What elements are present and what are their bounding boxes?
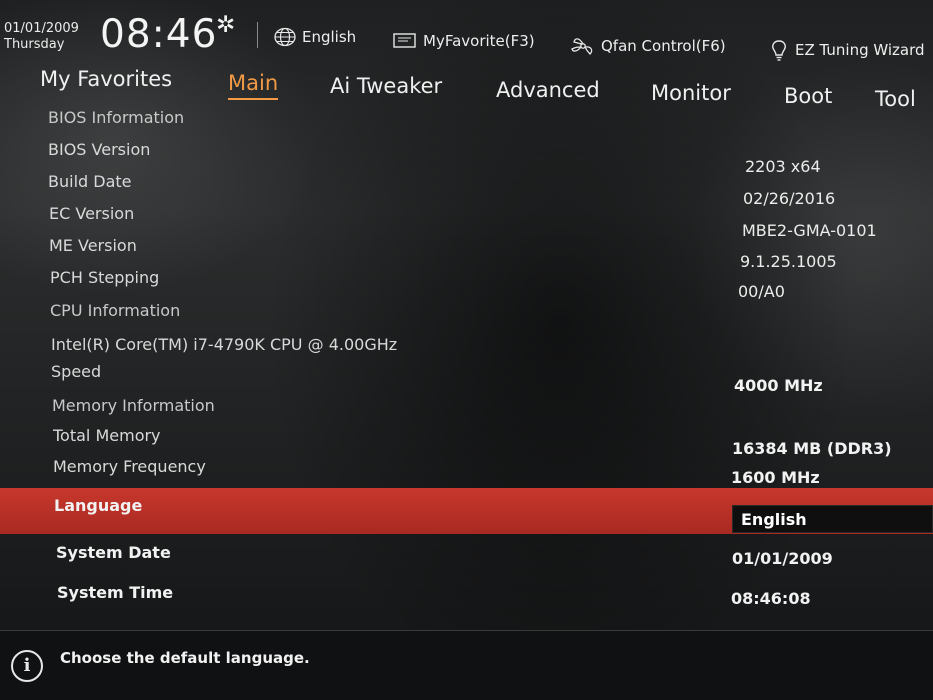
total-memory-value: 16384 MB (DDR3) <box>732 439 892 458</box>
tab-main[interactable]: Main <box>228 71 279 100</box>
fan-icon <box>571 38 593 55</box>
language-button[interactable]: English <box>273 27 356 47</box>
top-divider <box>257 22 258 48</box>
pch-stepping-label: PCH Stepping <box>50 268 160 287</box>
system-date-label: System Date <box>56 543 171 562</box>
pch-stepping-value: 00/A0 <box>738 282 785 301</box>
build-date-value: 02/26/2016 <box>743 189 836 208</box>
qfan-control-button-label: Qfan Control(F6) <box>601 37 726 55</box>
total-memory-label: Total Memory <box>53 426 161 445</box>
tab-my-favorites[interactable]: My Favorites <box>40 67 172 91</box>
tab-ai-tweaker[interactable]: Ai Tweaker <box>330 74 442 98</box>
ez-tuning-wizard-button-label: EZ Tuning Wizard <box>795 41 925 59</box>
build-date-label: Build Date <box>48 172 132 191</box>
tab-advanced[interactable]: Advanced <box>496 78 600 102</box>
gear-icon[interactable]: ✲ <box>216 12 235 38</box>
info-icon: i <box>11 650 43 682</box>
tab-monitor[interactable]: Monitor <box>651 81 731 105</box>
memory-information-heading: Memory Information <box>52 396 215 415</box>
help-text: Choose the default language. <box>60 649 310 667</box>
speed-label: Speed <box>51 362 102 381</box>
language-select[interactable]: English <box>732 505 933 533</box>
me-version-value: 9.1.25.1005 <box>740 252 837 271</box>
globe-icon <box>274 27 296 47</box>
me-version-label: ME Version <box>49 236 137 255</box>
myfavorite-button-label: MyFavorite(F3) <box>423 32 535 50</box>
header-clock: 08:46 <box>100 12 218 57</box>
language-button-label: English <box>302 28 357 46</box>
bios-information-heading: BIOS Information <box>48 108 185 127</box>
ec-version-label: EC Version <box>49 204 135 223</box>
ec-version-value: MBE2-GMA-0101 <box>742 221 877 240</box>
ez-tuning-wizard-button[interactable]: EZ Tuning Wizard <box>768 38 925 62</box>
tab-tool[interactable]: Tool <box>875 87 916 111</box>
lightbulb-icon <box>772 40 786 61</box>
header-weekday: Thursday <box>4 37 65 52</box>
myfavorite-button[interactable]: MyFavorite(F3) <box>392 31 535 51</box>
system-time-value[interactable]: 08:46:08 <box>731 589 811 608</box>
memory-frequency-value: 1600 MHz <box>731 468 820 487</box>
memory-frequency-label: Memory Frequency <box>53 457 206 476</box>
date-block: 01/01/2009 Thursday <box>4 21 79 53</box>
header-date: 01/01/2009 <box>4 21 79 36</box>
language-label: Language <box>54 496 143 515</box>
cpu-name: Intel(R) Core(TM) i7-4790K CPU @ 4.00GHz <box>51 335 398 354</box>
top-bar: 01/01/2009 Thursday 08:46 ✲ English MyFa… <box>0 0 933 66</box>
system-date-value[interactable]: 01/01/2009 <box>732 549 833 568</box>
tab-boot[interactable]: Boot <box>784 84 832 108</box>
monitor-icon <box>393 33 416 48</box>
main-tabs: My Favorites Main Ai Tweaker Advanced Mo… <box>0 64 933 112</box>
bios-version-value: 2203 x64 <box>745 157 821 176</box>
qfan-control-button[interactable]: Qfan Control(F6) <box>570 35 726 57</box>
system-time-label: System Time <box>57 583 174 602</box>
cpu-information-heading: CPU Information <box>50 301 181 320</box>
help-bar: i Choose the default language. <box>0 630 933 700</box>
speed-value: 4000 MHz <box>734 376 823 395</box>
bios-version-label: BIOS Version <box>48 140 151 159</box>
